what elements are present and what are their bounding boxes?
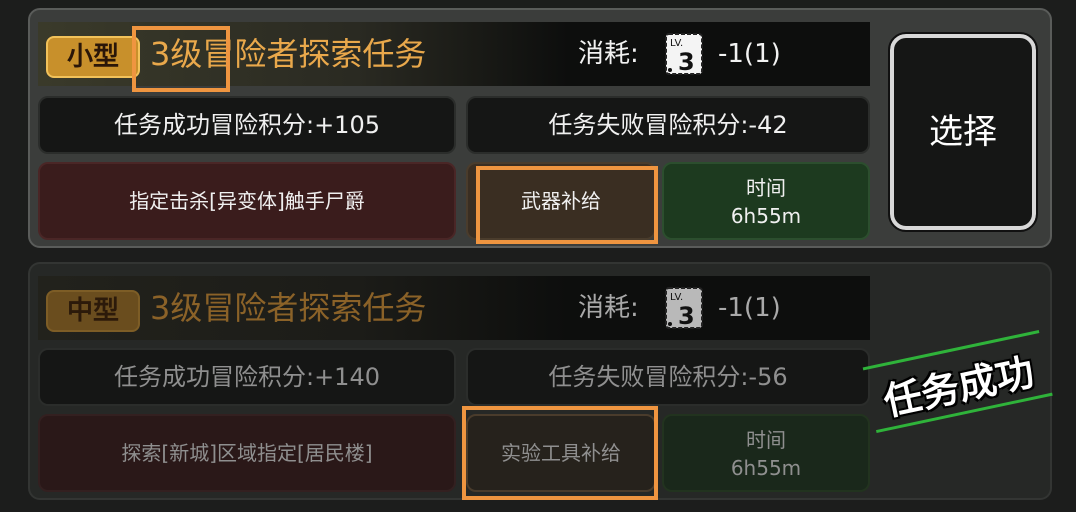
mission-title: 3级冒险者探索任务 bbox=[150, 289, 427, 327]
svg-text:3: 3 bbox=[678, 302, 695, 330]
fail-points: 任务失败冒险积分:-42 bbox=[466, 96, 870, 154]
mission-requirement: 探索[新城]区域指定[居民楼] bbox=[38, 414, 456, 492]
time-box: 时间 6h55m bbox=[662, 414, 870, 492]
select-button[interactable]: 选择 bbox=[888, 32, 1038, 232]
level-ticket-icon: LV. 3 bbox=[665, 33, 703, 76]
size-badge: 中型 bbox=[46, 290, 140, 332]
success-points: 任务成功冒险积分:+140 bbox=[38, 348, 456, 406]
cost-label: 消耗: bbox=[578, 39, 639, 69]
mission-title: 3级冒险者探索任务 bbox=[150, 35, 427, 73]
cost-label: 消耗: bbox=[578, 293, 639, 323]
time-box: 时间 6h55m bbox=[662, 162, 870, 240]
level-ticket-icon: LV. 3 bbox=[665, 287, 703, 330]
cost-value: -1(1) bbox=[718, 293, 781, 323]
success-points: 任务成功冒险积分:+105 bbox=[38, 96, 456, 154]
fail-points: 任务失败冒险积分:-56 bbox=[466, 348, 870, 406]
mission-title-bar: 小型 3级冒险者探索任务 消耗: LV. 3 -1(1) bbox=[38, 22, 870, 86]
svg-text:3: 3 bbox=[678, 48, 695, 76]
time-value: 6h55m bbox=[730, 456, 802, 480]
time-label: 时间 bbox=[746, 428, 786, 452]
cost-value: -1(1) bbox=[718, 39, 781, 69]
time-value: 6h55m bbox=[730, 204, 802, 228]
reward-item: 实验工具补给 bbox=[466, 414, 656, 492]
time-label: 时间 bbox=[746, 176, 786, 200]
mission-title-bar: 中型 3级冒险者探索任务 消耗: LV. 3 -1(1) bbox=[38, 276, 870, 340]
mission-requirement: 指定击杀[异变体]触手尸爵 bbox=[38, 162, 456, 240]
mission-card-1[interactable]: 小型 3级冒险者探索任务 消耗: LV. 3 -1(1) 任务成功冒险积分:+1… bbox=[28, 8, 1052, 248]
reward-item: 武器补给 bbox=[466, 162, 656, 240]
size-badge: 小型 bbox=[46, 36, 140, 78]
